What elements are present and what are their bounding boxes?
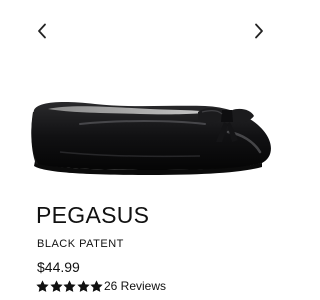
review-count[interactable]: 26 Reviews (104, 279, 166, 293)
next-image-button[interactable] (249, 20, 269, 42)
product-color: BLACK PATENT (37, 238, 124, 250)
rating-summary[interactable]: 26 Reviews (36, 278, 166, 294)
chevron-left-icon (38, 23, 46, 39)
star-icon (49, 279, 63, 292)
star-icon (90, 279, 104, 292)
star-icon (63, 279, 76, 292)
product-name: PEGASUS (36, 202, 150, 228)
product-screen: PEGASUS BLACK PATENT $44.99 26 Reviews (0, 0, 300, 300)
star-icon (77, 279, 90, 292)
chevron-right-icon (255, 23, 263, 39)
product-image (31, 102, 271, 175)
star-rating (36, 279, 104, 293)
product-price: $44.99 (37, 259, 80, 275)
previous-image-button[interactable] (32, 20, 52, 42)
star-icon (36, 279, 49, 292)
